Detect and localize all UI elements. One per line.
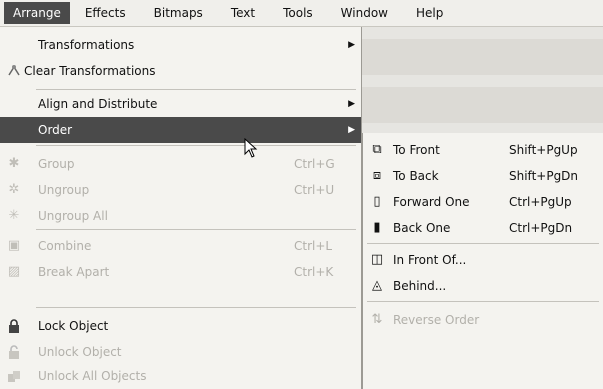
menu-bitmaps[interactable]: Bitmaps: [141, 2, 216, 24]
submenu-item-to-front[interactable]: ⧉ To Front Shift+PgUp: [363, 137, 603, 163]
group-icon: ✱: [8, 156, 20, 171]
break-apart-icon: ▨: [7, 264, 21, 279]
menu-item-clear-transformations[interactable]: Clear Transformations: [0, 58, 361, 84]
menu-window[interactable]: Window: [328, 2, 401, 24]
ungroup-icon: ✲: [8, 182, 20, 197]
forward-one-icon: ▯: [373, 194, 381, 209]
toolbar-band: [362, 39, 603, 75]
menu-help[interactable]: Help: [403, 2, 456, 24]
menu-item-unlock-all-objects[interactable]: Unlock All Objects: [0, 363, 361, 389]
to-back-icon: ⧈: [372, 168, 382, 183]
behind-icon: ◬: [372, 278, 382, 293]
menu-separator: [36, 89, 356, 90]
submenu-item-label: Forward One: [393, 195, 470, 209]
submenu-item-label: To Front: [393, 143, 440, 157]
menu-item-order[interactable]: Order ▶: [0, 117, 361, 143]
menu-item-unlock-object[interactable]: Unlock Object: [0, 339, 361, 365]
menu-item-label: Combine: [38, 239, 92, 253]
menu-item-ungroup[interactable]: ✲ Ungroup Ctrl+U: [0, 177, 361, 203]
menu-item-label: Unlock Object: [38, 345, 122, 359]
menu-item-label: Transformations: [38, 38, 135, 52]
menu-effects[interactable]: Effects: [72, 2, 139, 24]
submenu-item-reverse-order[interactable]: ⇅ Reverse Order: [363, 307, 603, 333]
submenu-item-label: To Back: [393, 169, 439, 183]
order-submenu: ⧉ To Front Shift+PgUp ⧈ To Back Shift+Pg…: [362, 133, 603, 389]
submenu-item-label: Behind...: [393, 279, 447, 293]
menu-item-group[interactable]: ✱ Group Ctrl+G: [0, 151, 361, 177]
submenu-item-shortcut: Shift+PgUp: [509, 143, 578, 157]
menu-item-label: Lock Object: [38, 319, 109, 333]
to-front-icon: ⧉: [372, 142, 382, 157]
menu-item-break-apart[interactable]: ▨ Break Apart Ctrl+K: [0, 259, 361, 285]
menu-arrange[interactable]: Arrange: [4, 2, 70, 24]
submenu-item-shortcut: Ctrl+PgUp: [509, 195, 572, 209]
menu-item-shortcut: Ctrl+K: [294, 265, 334, 279]
menu-item-transformations[interactable]: Transformations ▶: [0, 32, 361, 58]
arrange-menu: Transformations ▶ Clear Transformations …: [0, 27, 362, 389]
toolbar-band: [362, 87, 603, 123]
back-one-icon: ▮: [373, 220, 381, 235]
submenu-arrow-icon: ▶: [348, 40, 355, 50]
menu-item-align-distribute[interactable]: Align and Distribute ▶: [0, 91, 361, 117]
unlock-all-icon: [6, 368, 22, 384]
submenu-item-to-back[interactable]: ⧈ To Back Shift+PgDn: [363, 163, 603, 189]
menu-item-label: Clear Transformations: [24, 64, 156, 78]
clear-transformations-icon: [6, 63, 22, 79]
mouse-cursor-icon: [244, 138, 258, 158]
menu-separator: [36, 145, 356, 146]
submenu-item-back-one[interactable]: ▮ Back One Ctrl+PgDn: [363, 215, 603, 241]
submenu-item-label: Back One: [393, 221, 451, 235]
menu-item-label: Ungroup All: [38, 209, 108, 223]
menu-separator: [367, 243, 599, 244]
menu-bar: Arrange Effects Bitmaps Text Tools Windo…: [0, 0, 603, 27]
menu-item-shortcut: Ctrl+G: [294, 157, 335, 171]
menu-item-label: Break Apart: [38, 265, 110, 279]
menu-item-ungroup-all[interactable]: ✳ Ungroup All: [0, 203, 361, 229]
menu-item-label: Ungroup: [38, 183, 90, 197]
menu-text[interactable]: Text: [218, 2, 268, 24]
submenu-item-in-front-of[interactable]: ◫ In Front Of...: [363, 247, 603, 273]
menu-item-combine[interactable]: ▣ Combine Ctrl+L: [0, 233, 361, 259]
menu-item-lock-object[interactable]: Lock Object: [0, 313, 361, 339]
menu-separator: [36, 307, 356, 308]
lock-icon: [6, 318, 22, 334]
menu-item-label: Unlock All Objects: [38, 369, 147, 383]
menu-item-shortcut: Ctrl+U: [294, 183, 335, 197]
submenu-item-forward-one[interactable]: ▯ Forward One Ctrl+PgUp: [363, 189, 603, 215]
in-front-of-icon: ◫: [370, 252, 384, 267]
submenu-item-shortcut: Ctrl+PgDn: [509, 221, 573, 235]
submenu-item-behind[interactable]: ◬ Behind...: [363, 273, 603, 299]
submenu-item-label: In Front Of...: [393, 253, 467, 267]
submenu-item-label: Reverse Order: [393, 313, 480, 327]
menu-item-label: Order: [38, 123, 73, 137]
submenu-arrow-icon: ▶: [348, 99, 355, 109]
menu-item-label: Align and Distribute: [38, 97, 158, 111]
menu-item-shortcut: Ctrl+L: [294, 239, 333, 253]
ungroup-all-icon: ✳: [8, 208, 20, 223]
unlock-icon: [6, 344, 22, 360]
combine-icon: ▣: [7, 238, 21, 253]
menu-separator: [36, 229, 356, 230]
menu-separator: [367, 301, 599, 302]
menu-item-label: Group: [38, 157, 75, 171]
submenu-item-shortcut: Shift+PgDn: [509, 169, 579, 183]
reverse-order-icon: ⇅: [371, 312, 383, 327]
submenu-arrow-icon: ▶: [348, 125, 355, 135]
menu-tools[interactable]: Tools: [270, 2, 326, 24]
